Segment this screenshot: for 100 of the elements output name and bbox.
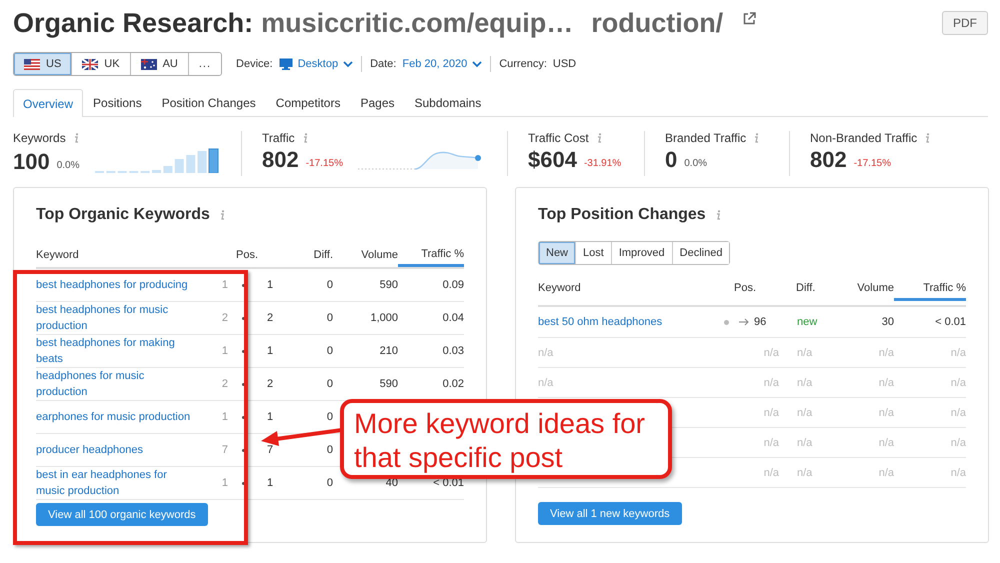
metric-change: -17.15% (306, 158, 343, 169)
table-cell: 210 (380, 345, 398, 357)
chevron-down-icon (343, 60, 354, 68)
table-cell: n/a (878, 436, 894, 448)
table-cell: n/a (797, 406, 812, 418)
date-dropdown[interactable]: Feb 20, 2020 (402, 58, 482, 70)
table-cell: 1 (267, 411, 274, 423)
monitor-icon (278, 58, 293, 70)
previous-position: 1 (222, 411, 228, 423)
column-header[interactable]: Traffic % (894, 278, 966, 300)
metric-label: Traffic Cost (528, 131, 589, 145)
column-header[interactable]: Keyword (36, 248, 216, 260)
metric-value: 100 (13, 149, 50, 175)
metric-label: Branded Traffic (665, 131, 746, 145)
flag-icon (140, 58, 157, 70)
info-icon[interactable] (218, 210, 225, 220)
currency-value: USD (552, 58, 576, 70)
keyword-link[interactable]: headphones for music production (36, 368, 197, 400)
table-cell: n/a (797, 376, 812, 388)
table-cell: 1 (267, 279, 274, 291)
info-icon[interactable] (753, 133, 760, 143)
table-cell: 590 (380, 279, 398, 291)
table-cell: 0.09 (442, 279, 464, 291)
table-cell: new (797, 316, 818, 328)
table-cell: 0 (326, 312, 333, 324)
column-header[interactable]: Traffic % (398, 244, 464, 267)
database-button[interactable]: US (14, 53, 72, 75)
previous-position: 1 (222, 477, 228, 489)
column-header[interactable]: Volume (333, 248, 398, 260)
info-icon[interactable] (714, 210, 721, 220)
table-cell: n/a (538, 376, 554, 388)
filter-button[interactable]: New (539, 242, 576, 264)
metric-change: 0.0% (56, 160, 80, 171)
metric-value: $604 (528, 147, 577, 173)
table-cell: 7 (267, 444, 274, 456)
table-cell: n/a (950, 376, 966, 388)
table-cell: n/a (538, 346, 554, 358)
column-header[interactable]: Volume (829, 282, 894, 294)
info-icon[interactable] (72, 133, 79, 143)
table-cell: 0 (326, 411, 333, 423)
previous-position: 7 (222, 444, 228, 456)
tab[interactable]: Subdomains (404, 89, 492, 116)
column-header[interactable]: Keyword (538, 282, 718, 294)
flag-icon (82, 58, 98, 70)
external-link-icon[interactable] (743, 12, 756, 24)
column-header[interactable]: Diff. (283, 248, 333, 260)
metric-change: -31.91% (584, 158, 622, 169)
column-header[interactable]: Pos. (718, 282, 779, 294)
tab[interactable]: Position Changes (152, 89, 266, 116)
table-cell: 0 (326, 444, 333, 456)
dot-icon (724, 320, 728, 324)
page-title: Organic Research: (13, 8, 254, 38)
metric-label: Keywords (13, 131, 66, 145)
card-title: Top Position Changes (538, 206, 706, 224)
table-cell: n/a (950, 466, 966, 478)
keyword-link[interactable]: best in ear headphones for music production (36, 467, 197, 499)
column-header[interactable]: Pos. (216, 248, 283, 260)
table-cell: 0.02 (442, 378, 464, 390)
tab[interactable]: Pages (350, 89, 404, 116)
metric-change: 0.0% (684, 158, 708, 169)
table-cell: n/a (764, 376, 779, 388)
keyword-link[interactable]: earphones for music production (36, 409, 190, 425)
table-cell: 1 (267, 477, 274, 489)
chevron-down-icon (472, 60, 482, 68)
device-dropdown[interactable]: Desktop (278, 58, 354, 70)
table-cell: n/a (878, 406, 894, 418)
metric-value: 0 (665, 147, 678, 173)
previous-position: 2 (222, 312, 228, 324)
previous-position: 1 (222, 345, 228, 357)
metric-change: -17.15% (854, 158, 891, 169)
tab[interactable]: Positions (83, 89, 152, 116)
table-cell: n/a (878, 466, 894, 478)
currency-label: Currency: (499, 58, 547, 70)
tab[interactable]: Competitors (266, 89, 350, 116)
column-header[interactable]: Diff. (779, 282, 829, 294)
url-text: roduction/ (591, 8, 724, 38)
table-cell: 0 (326, 345, 333, 357)
table-cell: 96 (754, 316, 766, 328)
arrow-icon (739, 318, 749, 326)
table-cell: 30 (882, 316, 894, 328)
keyword-link[interactable]: best headphones for producing (36, 277, 188, 293)
table-cell: n/a (797, 466, 812, 478)
keyword-link[interactable]: producer headphones (36, 442, 144, 458)
table-cell: 2 (267, 378, 274, 390)
table-cell: n/a (950, 436, 966, 448)
table-cell: n/a (764, 406, 779, 418)
info-icon[interactable] (302, 133, 308, 143)
url-text: musiccritic.com/equip… (261, 8, 574, 38)
table-cell: n/a (878, 376, 894, 388)
table-cell: 0.03 (442, 345, 464, 357)
info-icon[interactable] (924, 133, 930, 143)
info-icon[interactable] (596, 133, 602, 143)
table-cell: 590 (380, 378, 398, 390)
callout-text: More keyword ideas for (354, 407, 646, 441)
date-label: Date: (370, 58, 396, 70)
table-cell: 0.04 (442, 312, 464, 324)
keyword-link[interactable]: best 50 ohm headphones (538, 314, 662, 330)
tab[interactable]: Overview (13, 89, 84, 117)
table-cell: n/a (764, 346, 779, 358)
pdf-button[interactable]: PDF (942, 11, 988, 35)
